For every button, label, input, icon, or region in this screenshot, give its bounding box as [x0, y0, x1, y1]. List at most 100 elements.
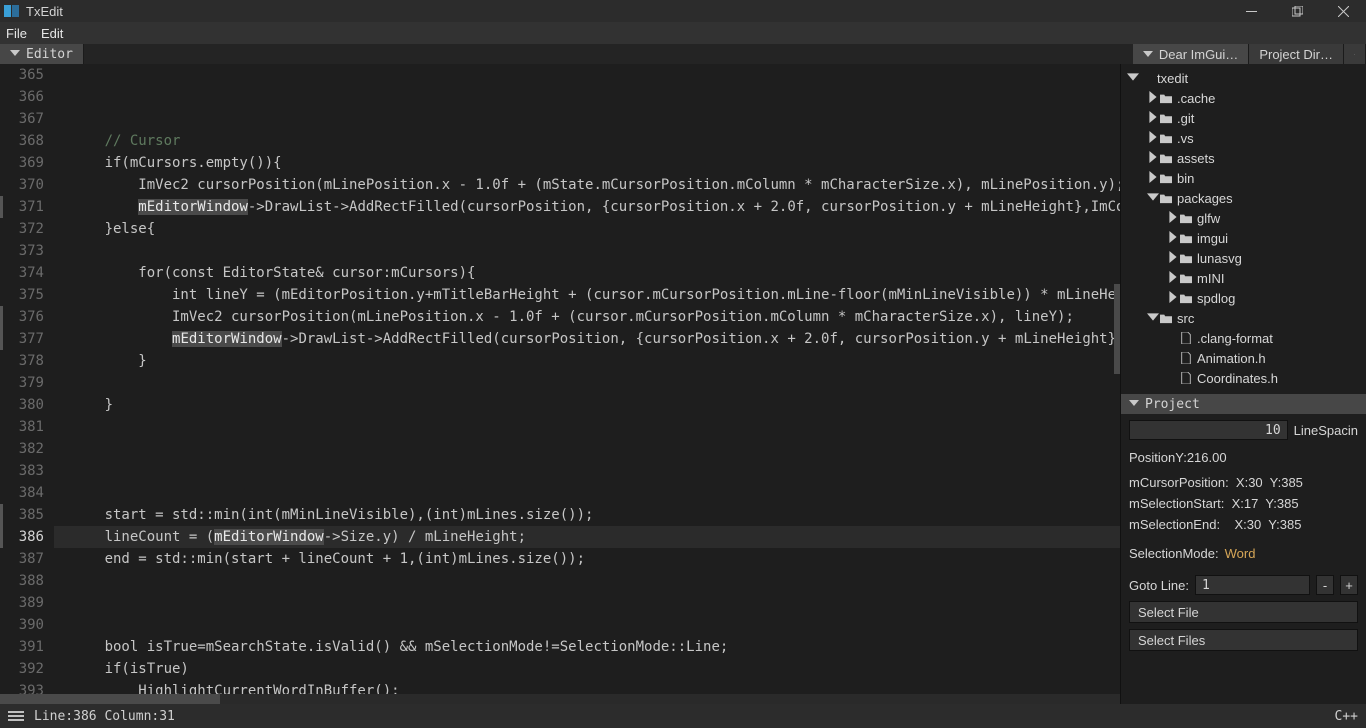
tree-file[interactable]: .clang-format [1121, 328, 1366, 348]
code-line: start = std::min(int(mMinLineVisible),(i… [54, 504, 1120, 526]
selection-mode-value: Word [1225, 546, 1256, 561]
project-panel-header[interactable]: Project [1121, 394, 1366, 414]
file-icon [1179, 331, 1193, 345]
position-y-readout: PositionY:216.00 [1129, 450, 1358, 465]
gutter-line: 390 [0, 614, 44, 636]
code-editor[interactable]: 3653663673683693703713723733743753763773… [0, 64, 1120, 704]
twisty-icon [1127, 71, 1139, 86]
folder-icon [1179, 251, 1193, 265]
goto-decrement-button[interactable]: - [1316, 575, 1334, 595]
tab-close-button[interactable] [1344, 44, 1366, 64]
twisty-icon [1167, 251, 1179, 266]
scrollbar-thumb[interactable] [1114, 284, 1120, 374]
code-line: mEditorWindow->DrawList->AddRectFilled(c… [54, 196, 1120, 218]
file-tree[interactable]: txedit .cache .git .vs assets bin packages glfw… [1121, 64, 1366, 394]
gutter-line: 367 [0, 108, 44, 130]
tree-folder[interactable]: spdlog [1121, 288, 1366, 308]
tree-file[interactable]: Coordinates.h [1121, 368, 1366, 388]
tree-folder[interactable]: src [1121, 308, 1366, 328]
code-line: if(mCursors.empty()){ [54, 152, 1120, 174]
gutter-line: 371 [0, 196, 44, 218]
code-line: bool isTrue=mSearchState.isValid() && mS… [54, 636, 1120, 658]
tree-folder[interactable]: bin [1121, 168, 1366, 188]
tree-folder[interactable]: lunasvg [1121, 248, 1366, 268]
code-area[interactable]: // Cursor if(mCursors.empty()){ ImVec2 c… [54, 64, 1120, 704]
cursor-position-readout: mCursorPosition: X:30 Y:385 [1129, 475, 1358, 490]
window-minimize-button[interactable] [1228, 0, 1274, 22]
folder-icon [1159, 91, 1173, 105]
menu-edit[interactable]: Edit [41, 26, 63, 41]
horizontal-scrollbar[interactable] [0, 694, 1120, 704]
linespacing-value: 10 [1265, 423, 1281, 438]
tree-label: bin [1177, 171, 1194, 186]
twisty-icon [1167, 211, 1179, 226]
twisty-icon [1147, 111, 1159, 126]
right-panel: txedit .cache .git .vs assets bin packages glfw… [1120, 64, 1366, 704]
code-line [54, 592, 1120, 614]
tree-folder[interactable]: imgui [1121, 228, 1366, 248]
tree-folder[interactable]: .cache [1121, 88, 1366, 108]
tree-folder[interactable]: assets [1121, 148, 1366, 168]
tree-folder[interactable]: txedit [1121, 68, 1366, 88]
scrollbar-thumb[interactable] [0, 694, 220, 704]
tree-label: lunasvg [1197, 251, 1242, 266]
twisty-icon [1147, 151, 1159, 166]
twisty-icon [1147, 311, 1159, 326]
gutter-line: 374 [0, 262, 44, 284]
tab-project-dir[interactable]: Project Dir… [1249, 44, 1344, 64]
code-line [54, 372, 1120, 394]
linespacing-label: LineSpacin [1294, 423, 1358, 438]
tab-editor[interactable]: Editor [0, 44, 84, 64]
goto-line-label: Goto Line: [1129, 578, 1189, 593]
twisty-icon [1167, 271, 1179, 286]
code-line [54, 438, 1120, 460]
code-line [54, 614, 1120, 636]
tree-label: .git [1177, 111, 1194, 126]
code-line [54, 240, 1120, 262]
tree-label: txedit [1157, 71, 1188, 86]
linespacing-input[interactable]: 10 [1129, 420, 1288, 440]
code-line [54, 64, 1120, 86]
tree-file[interactable]: Animation.h [1121, 348, 1366, 368]
twisty-icon [1147, 131, 1159, 146]
gutter-line: 375 [0, 284, 44, 306]
goto-increment-button[interactable]: + [1340, 575, 1358, 595]
code-line: end = std::min(start + lineCount + 1,(in… [54, 548, 1120, 570]
hamburger-icon[interactable] [8, 711, 24, 721]
tree-label: .vs [1177, 131, 1194, 146]
twisty-icon [1167, 231, 1179, 246]
folder-icon [1139, 71, 1153, 85]
gutter-line: 372 [0, 218, 44, 240]
gutter-line: 380 [0, 394, 44, 416]
twisty-icon [1147, 191, 1159, 206]
gutter-line: 382 [0, 438, 44, 460]
tree-label: assets [1177, 151, 1215, 166]
folder-icon [1159, 191, 1173, 205]
select-file-label: Select File [1138, 605, 1199, 620]
vertical-scrollbar[interactable] [1110, 64, 1120, 694]
tree-folder[interactable]: glfw [1121, 208, 1366, 228]
tree-label: Coordinates.h [1197, 371, 1278, 386]
twisty-icon [1147, 91, 1159, 106]
tree-label: glfw [1197, 211, 1220, 226]
gutter-line: 387 [0, 548, 44, 570]
tree-folder[interactable]: mINI [1121, 268, 1366, 288]
window-maximize-button[interactable] [1274, 0, 1320, 22]
twisty-icon [1147, 171, 1159, 186]
tree-folder[interactable]: .git [1121, 108, 1366, 128]
tree-folder[interactable]: packages [1121, 188, 1366, 208]
tree-folder[interactable]: .vs [1121, 128, 1366, 148]
code-line: lineCount = (mEditorWindow->Size.y) / mL… [54, 526, 1120, 548]
goto-line-input[interactable]: 1 [1195, 575, 1310, 595]
plus-label: + [1345, 578, 1353, 593]
select-files-button[interactable]: Select Files [1129, 629, 1358, 651]
folder-icon [1159, 111, 1173, 125]
line-gutter: 3653663673683693703713723733743753763773… [0, 64, 54, 704]
gutter-line: 383 [0, 460, 44, 482]
code-line: // Cursor [54, 130, 1120, 152]
menu-file[interactable]: File [6, 26, 27, 41]
gutter-line: 373 [0, 240, 44, 262]
window-close-button[interactable] [1320, 0, 1366, 22]
select-file-button[interactable]: Select File [1129, 601, 1358, 623]
tab-dear-imgui[interactable]: Dear ImGui… [1133, 44, 1249, 64]
